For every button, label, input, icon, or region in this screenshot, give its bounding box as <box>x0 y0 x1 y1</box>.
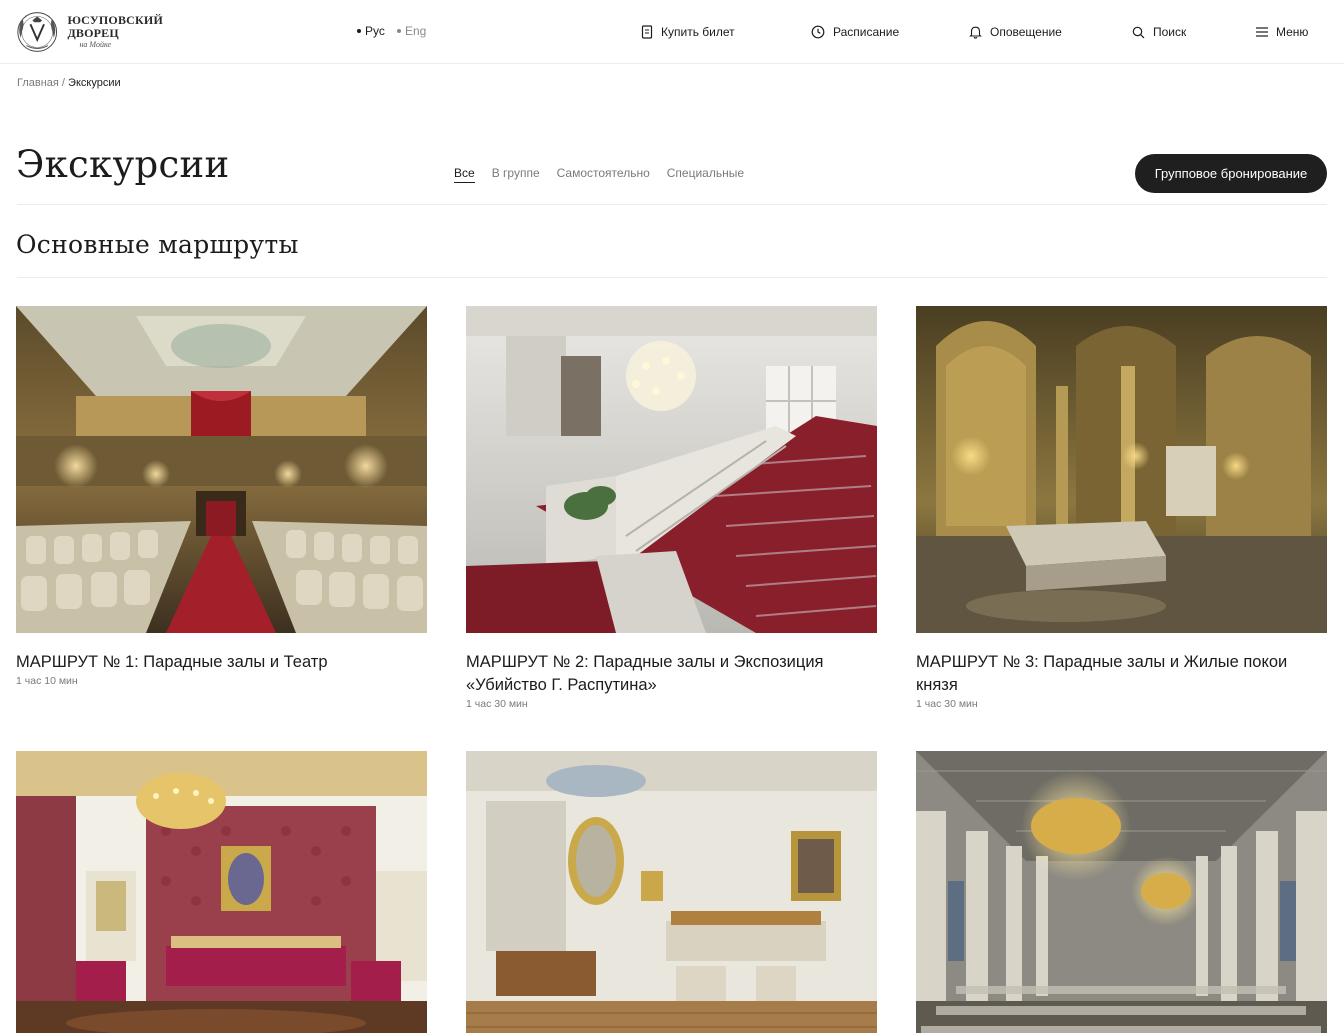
card-title: МАРШРУТ № 1: Парадные залы и Театр <box>16 653 328 671</box>
tour-card-6[interactable] <box>916 751 1327 1033</box>
logo-text-line2: ДВОРЕЦ <box>67 26 119 40</box>
notification-link[interactable]: Оповещение <box>969 22 1062 42</box>
site-header: ЮСУПОВСКИЙ ДВОРЕЦ на Мойке Рус Eng Купит… <box>0 0 1344 64</box>
filter-tabs: Все В группе Самостоятельно Специальные <box>454 166 761 183</box>
white-salon-image <box>466 751 877 1033</box>
tour-card-4[interactable] <box>16 751 427 1033</box>
tour-card-route-1[interactable]: МАРШРУТ № 1: Парадные залы и Театр 1 час… <box>16 306 427 687</box>
tab-in-group[interactable]: В группе <box>492 166 540 183</box>
schedule-link[interactable]: Расписание <box>811 22 899 42</box>
tour-card-route-2[interactable]: МАРШРУТ № 2: Парадные залы и Экспозиция … <box>466 306 877 710</box>
card-duration: 1 час 10 мин <box>16 675 78 687</box>
moorish-hall-image <box>916 306 1327 633</box>
search-label: Поиск <box>1153 25 1187 39</box>
tab-special[interactable]: Специальные <box>667 166 744 183</box>
bell-icon <box>969 26 982 39</box>
tour-card-route-3[interactable]: МАРШРУТ № 3: Парадные залы и Жилые покои… <box>916 306 1327 710</box>
divider <box>17 277 1327 278</box>
breadcrumb-separator: / <box>58 77 69 89</box>
clock-icon <box>811 25 825 39</box>
grand-staircase-image <box>466 306 877 633</box>
lang-ru-dot-icon <box>357 29 361 33</box>
palace-emblem-icon <box>17 12 58 52</box>
card-title: МАРШРУТ № 2: Парадные залы и Экспозиция … <box>466 653 824 694</box>
theatre-hall-image <box>16 306 427 633</box>
divider <box>17 204 1327 205</box>
schedule-label: Расписание <box>833 25 900 39</box>
hamburger-icon <box>1256 27 1268 37</box>
tab-all[interactable]: Все <box>454 166 475 183</box>
menu-button[interactable]: Меню <box>1256 22 1308 42</box>
white-column-hall-image <box>916 751 1327 1033</box>
section-title: Основные маршруты <box>16 230 299 259</box>
logo[interactable]: ЮСУПОВСКИЙ ДВОРЕЦ на Мойке <box>13 8 163 56</box>
tab-self-guided[interactable]: Самостоятельно <box>557 166 650 183</box>
breadcrumb-home-link[interactable]: Главная <box>17 77 59 89</box>
breadcrumb-current: Экскурсии <box>68 77 121 89</box>
card-duration: 1 час 30 мин <box>466 698 528 710</box>
lang-ru-label: Рус <box>365 24 385 38</box>
search-icon <box>1132 26 1145 38</box>
notification-label: Оповещение <box>990 25 1062 39</box>
search-link[interactable]: Поиск <box>1132 22 1186 42</box>
lang-ru-link[interactable]: Рус <box>357 24 385 38</box>
buy-ticket-label: Купить билет <box>661 25 735 39</box>
lang-en-link[interactable]: Eng <box>397 24 426 38</box>
red-drawing-room-image <box>16 751 427 1033</box>
page-title: Экскурсии <box>16 143 230 186</box>
card-title: МАРШРУТ № 3: Парадные залы и Жилые покои… <box>916 653 1288 694</box>
buy-ticket-link[interactable]: Купить билет <box>641 22 735 42</box>
card-duration: 1 час 30 мин <box>916 698 978 710</box>
menu-label: Меню <box>1276 25 1309 39</box>
lang-en-label: Eng <box>405 24 427 38</box>
lang-en-dot-icon <box>397 29 401 33</box>
logo-text-line3: на Мойке <box>79 40 112 49</box>
group-booking-button[interactable]: Групповое бронирование <box>1135 154 1327 193</box>
ticket-icon <box>641 25 653 39</box>
tour-card-5[interactable] <box>466 751 877 1033</box>
breadcrumb: Главная / Экскурсии <box>17 77 121 89</box>
